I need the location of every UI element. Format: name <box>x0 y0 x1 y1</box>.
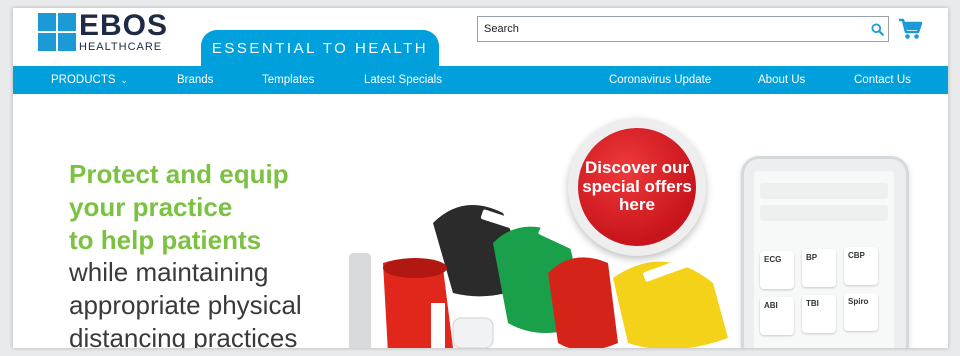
tablet-screen: ECG BP CBP ABI TBI Spiro <box>754 171 894 348</box>
page-frame: EBOS HEALTHCARE ESSENTIAL TO HEALTH PROD… <box>13 8 948 348</box>
logo-healthcare-text: HEALTHCARE <box>79 41 163 53</box>
search-icon <box>870 22 884 36</box>
nav-brands[interactable]: Brands <box>177 66 213 94</box>
hero-line-5: appropriate physical <box>69 290 302 320</box>
nav-latest-specials-label: Latest Specials <box>364 74 442 86</box>
hero-line-6: distancing practices <box>69 322 298 348</box>
hero-line-2: your practice <box>69 191 233 222</box>
tablet-tile-cbp: CBP <box>844 247 878 285</box>
nav-contact-us[interactable]: Contact Us <box>854 66 911 94</box>
hero-line-4: while maintaining <box>69 257 269 288</box>
chevron-down-icon: ⌄ <box>120 75 129 85</box>
main-nav: PRODUCTS ⌄ Brands Templates Latest Specia… <box>13 66 948 94</box>
special-offers-badge[interactable]: Discover our special offers here <box>568 118 706 256</box>
nav-contact-us-label: Contact Us <box>854 74 911 86</box>
tablet-row <box>760 183 888 199</box>
search-button[interactable] <box>866 18 888 40</box>
nav-products[interactable]: PRODUCTS ⌄ <box>51 66 128 94</box>
tagline-text: ESSENTIAL TO HEALTH <box>211 39 429 57</box>
nav-brands-label: Brands <box>177 74 214 86</box>
nav-coronavirus-update[interactable]: Coronavirus Update <box>609 66 711 94</box>
search-bar <box>477 16 889 42</box>
nav-templates[interactable]: Templates <box>262 66 314 94</box>
tablet-tile-abi: ABI <box>760 297 794 335</box>
nav-coronavirus-update-label: Coronavirus Update <box>609 74 712 86</box>
logo-ebos-text: EBOS <box>79 9 169 42</box>
logo-mark-icon <box>38 13 76 51</box>
nav-templates-label: Templates <box>262 74 315 86</box>
hero-headline: Protect and equip your practice to help … <box>69 158 302 348</box>
tablet-tile-ecg: ECG <box>760 251 794 289</box>
tablet-tile-tbi: TBI <box>802 295 836 333</box>
hero-line-1: Protect and equip <box>69 159 289 189</box>
tablet-image: ECG BP CBP ABI TBI Spiro <box>741 156 909 348</box>
special-offers-badge-text: Discover our special offers here <box>578 128 696 246</box>
tablet-tile-bp: BP <box>802 249 836 287</box>
tablet-row <box>760 205 888 221</box>
hero-line-3: to help patients <box>69 224 262 255</box>
search-input[interactable] <box>478 18 866 40</box>
nav-about-us[interactable]: About Us <box>758 66 805 94</box>
tablet-tile-spiro: Spiro <box>844 293 878 331</box>
tagline-tab: ESSENTIAL TO HEALTH <box>201 30 439 66</box>
nav-about-us-label: About Us <box>758 74 806 86</box>
nav-products-label: PRODUCTS <box>51 74 116 86</box>
ebos-logo[interactable]: EBOS HEALTHCARE <box>38 9 169 53</box>
nav-latest-specials[interactable]: Latest Specials <box>364 66 442 94</box>
cart-button[interactable] <box>898 18 923 40</box>
cart-icon <box>899 18 923 39</box>
